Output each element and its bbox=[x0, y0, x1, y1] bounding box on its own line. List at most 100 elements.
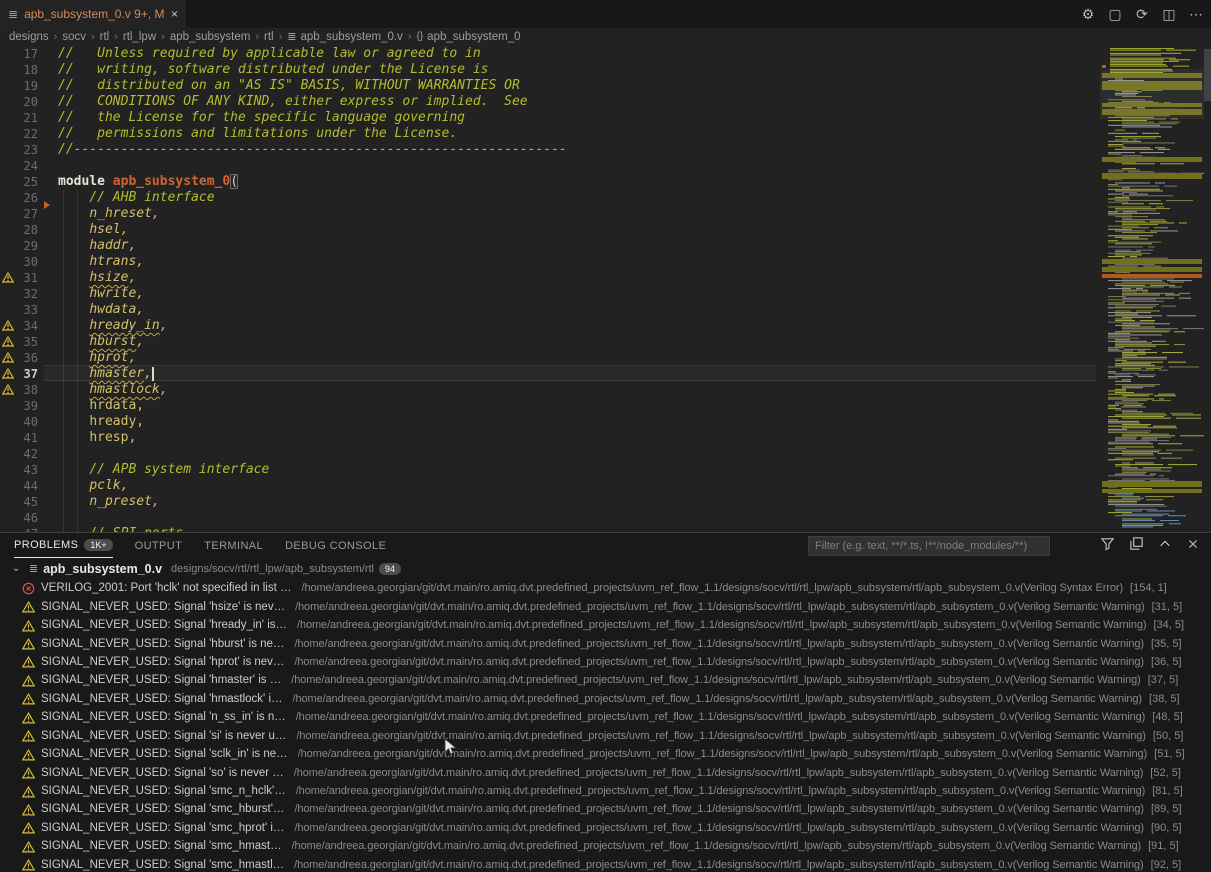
problem-row[interactable]: SIGNAL_NEVER_USED: Signal 'n_ss_in' is n… bbox=[0, 708, 1211, 726]
problem-row[interactable]: SIGNAL_NEVER_USED: Signal 'smc_hprot' i…… bbox=[0, 819, 1211, 837]
editor-line-19[interactable]: 19 // distributed on an "AS IS" BASIS, WI… bbox=[0, 78, 1100, 94]
problem-row[interactable]: VERILOG_2001: Port 'hclk' not specified … bbox=[0, 579, 1211, 597]
line-code[interactable]: hprot, bbox=[58, 350, 136, 366]
line-number[interactable]: 43 bbox=[0, 462, 38, 478]
editor-line-43[interactable]: 43 // APB system interface bbox=[0, 462, 1100, 478]
editor-line-24[interactable]: 24 bbox=[0, 158, 1100, 174]
breadcrumb-item[interactable]: socv bbox=[62, 31, 86, 43]
line-number[interactable]: 30 bbox=[0, 254, 38, 270]
line-number[interactable]: 25 bbox=[0, 174, 38, 190]
line-code[interactable]: hrdata, bbox=[58, 398, 144, 414]
breadcrumb-item[interactable]: rtl bbox=[264, 31, 274, 43]
editor-line-38[interactable]: 38 hmastlock, bbox=[0, 382, 1100, 398]
line-number[interactable]: 18 bbox=[0, 62, 38, 78]
filter-funnel-icon[interactable] bbox=[1100, 536, 1115, 551]
line-code[interactable]: // the License for the specific language… bbox=[58, 110, 465, 126]
editor-line-23[interactable]: 23 //------------------------------------… bbox=[0, 142, 1100, 158]
editor-line-42[interactable]: 42 bbox=[0, 446, 1100, 462]
line-number[interactable]: 26 bbox=[0, 190, 38, 206]
editor-line-29[interactable]: 29 haddr, bbox=[0, 238, 1100, 254]
line-code[interactable]: module apb_subsystem_0( bbox=[58, 174, 238, 190]
line-number[interactable]: 32 bbox=[0, 286, 38, 302]
line-code[interactable]: // AHB interface bbox=[58, 190, 215, 206]
line-code[interactable]: hsel, bbox=[58, 222, 128, 238]
editor-line-44[interactable]: 44 pclk, bbox=[0, 478, 1100, 494]
minimap[interactable] bbox=[1100, 45, 1204, 532]
gear-icon[interactable]: ⚙ bbox=[1079, 6, 1097, 23]
editor-line-39[interactable]: 39 hrdata, bbox=[0, 398, 1100, 414]
line-number[interactable]: 35 bbox=[0, 334, 38, 350]
editor-line-31[interactable]: 31 hsize, bbox=[0, 270, 1100, 286]
breadcrumb-item[interactable]: rtl_lpw bbox=[123, 31, 156, 43]
editor-line-17[interactable]: 17// Unless required by applicable law o… bbox=[0, 46, 1100, 62]
editor-line-20[interactable]: 20 // CONDITIONS OF ANY KIND, either expr… bbox=[0, 94, 1100, 110]
line-number[interactable]: 45 bbox=[0, 494, 38, 510]
minimap-slider[interactable] bbox=[1100, 69, 1204, 119]
line-code[interactable]: hwdata, bbox=[58, 302, 144, 318]
line-code[interactable]: hresp, bbox=[58, 430, 136, 446]
line-code[interactable]: // APB system interface bbox=[58, 462, 269, 478]
editor-line-46[interactable]: 46 bbox=[0, 510, 1100, 526]
editor-line-26[interactable]: 26 // AHB interface bbox=[0, 190, 1100, 206]
line-code[interactable]: // writing, software distributed under t… bbox=[58, 62, 488, 78]
line-code[interactable]: hwrite, bbox=[58, 286, 144, 302]
chevron-down-icon[interactable]: ⌄ bbox=[12, 563, 24, 574]
editor-line-35[interactable]: 35 hburst, bbox=[0, 334, 1100, 350]
problem-row[interactable]: SIGNAL_NEVER_USED: Signal 'smc_hmast…/ho… bbox=[0, 837, 1211, 855]
line-number[interactable]: 40 bbox=[0, 414, 38, 430]
collapse-all-icon[interactable] bbox=[1129, 536, 1144, 551]
editor-line-33[interactable]: 33 hwdata, bbox=[0, 302, 1100, 318]
editor-line-45[interactable]: 45 n_preset, bbox=[0, 494, 1100, 510]
line-number[interactable]: 24 bbox=[0, 158, 38, 174]
line-code[interactable]: // permissions and limitations under the… bbox=[58, 126, 457, 142]
editor-line-40[interactable]: 40 hready, bbox=[0, 414, 1100, 430]
line-number[interactable]: 37 bbox=[0, 366, 38, 382]
line-code[interactable]: // Unless required by applicable law or … bbox=[58, 46, 481, 62]
line-code[interactable]: pclk, bbox=[58, 478, 128, 494]
line-number[interactable]: 44 bbox=[0, 478, 38, 494]
problems-file-group[interactable]: ⌄ ≣ apb_subsystem_0.v designs/socv/rtl/r… bbox=[0, 559, 1211, 578]
line-number[interactable]: 21 bbox=[0, 110, 38, 126]
line-code[interactable]: hready_in, bbox=[58, 318, 168, 334]
panel-tab-debug-console[interactable]: DEBUG CONSOLE bbox=[285, 533, 386, 558]
problem-row[interactable]: SIGNAL_NEVER_USED: Signal 'hmaster' is …… bbox=[0, 671, 1211, 689]
breadcrumb-item[interactable]: rtl bbox=[100, 31, 110, 43]
line-code[interactable]: // CONDITIONS OF ANY KIND, either expres… bbox=[58, 94, 528, 110]
line-code[interactable]: hburst, bbox=[58, 334, 144, 350]
line-number[interactable]: 34 bbox=[0, 318, 38, 334]
line-number[interactable]: 29 bbox=[0, 238, 38, 254]
line-number[interactable]: 36 bbox=[0, 350, 38, 366]
editor-line-25[interactable]: 25 module apb_subsystem_0( bbox=[0, 174, 1100, 190]
line-number[interactable]: 28 bbox=[0, 222, 38, 238]
split-editor-icon[interactable]: ◫ bbox=[1160, 6, 1178, 23]
panel-tab-terminal[interactable]: TERMINAL bbox=[204, 533, 263, 558]
editor-line-32[interactable]: 32 hwrite, bbox=[0, 286, 1100, 302]
editor-line-18[interactable]: 18 // writing, software distributed under… bbox=[0, 62, 1100, 78]
line-number[interactable]: 23 bbox=[0, 142, 38, 158]
problem-row[interactable]: SIGNAL_NEVER_USED: Signal 'hsize' is nev… bbox=[0, 597, 1211, 615]
line-number[interactable]: 20 bbox=[0, 94, 38, 110]
problem-row[interactable]: SIGNAL_NEVER_USED: Signal 'hburst' is ne… bbox=[0, 634, 1211, 652]
problem-row[interactable]: SIGNAL_NEVER_USED: Signal 'si' is never … bbox=[0, 727, 1211, 745]
problem-row[interactable]: SIGNAL_NEVER_USED: Signal 'smc_hmastl…/h… bbox=[0, 856, 1211, 872]
line-code[interactable]: // distributed on an "AS IS" BASIS, WITH… bbox=[58, 78, 520, 94]
editor-line-22[interactable]: 22// permissions and limitations under t… bbox=[0, 126, 1100, 142]
breadcrumb-item[interactable]: apb_subsystem bbox=[170, 31, 251, 43]
line-number[interactable]: 19 bbox=[0, 78, 38, 94]
line-code[interactable]: n_hreset, bbox=[58, 206, 160, 222]
editor-line-28[interactable]: 28 hsel, bbox=[0, 222, 1100, 238]
problem-row[interactable]: SIGNAL_NEVER_USED: Signal 'hready_in' is… bbox=[0, 616, 1211, 634]
sync-loop-icon[interactable]: ⟳ bbox=[1133, 6, 1151, 23]
editor-line-36[interactable]: 36 hprot, bbox=[0, 350, 1100, 366]
line-number[interactable]: 27 bbox=[0, 206, 38, 222]
more-actions-icon[interactable]: ⋯ bbox=[1187, 6, 1205, 23]
editor-line-21[interactable]: 21 // the License for the specific langua… bbox=[0, 110, 1100, 126]
panel-tab-problems[interactable]: PROBLEMS1K+ bbox=[14, 533, 113, 558]
line-number[interactable]: 39 bbox=[0, 398, 38, 414]
editor-line-30[interactable]: 30 htrans, bbox=[0, 254, 1100, 270]
line-code[interactable]: //--------------------------------------… bbox=[58, 142, 567, 158]
problem-row[interactable]: SIGNAL_NEVER_USED: Signal 'smc_hburst'…/… bbox=[0, 800, 1211, 818]
tab-close-icon[interactable]: × bbox=[171, 7, 178, 21]
problem-row[interactable]: SIGNAL_NEVER_USED: Signal 'hmastlock' i…… bbox=[0, 690, 1211, 708]
line-code[interactable]: hmastlock, bbox=[58, 382, 168, 398]
